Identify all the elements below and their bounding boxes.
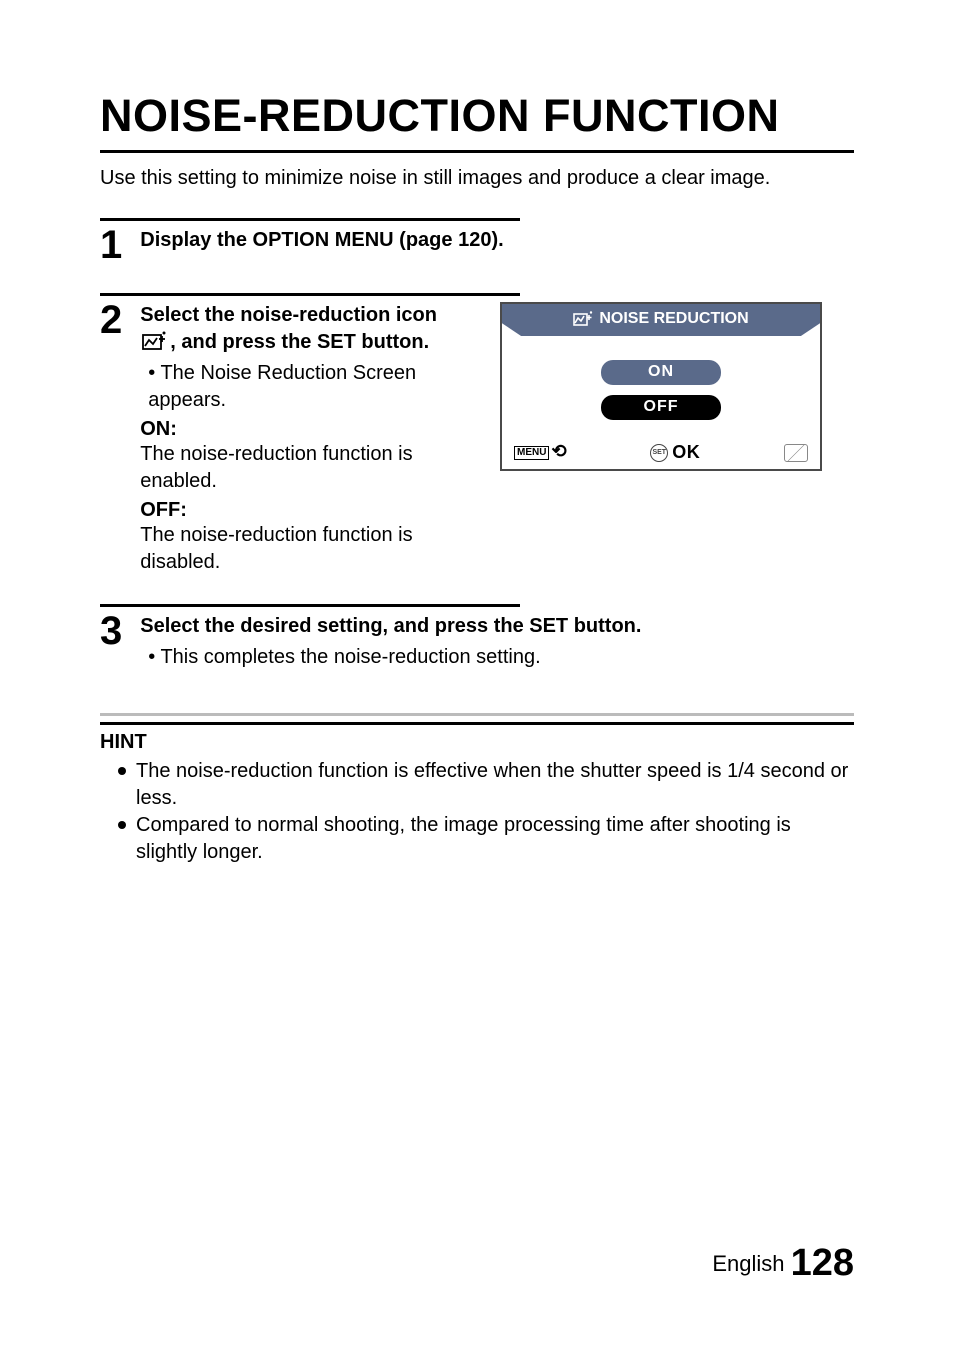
menu-label: MENU bbox=[514, 446, 549, 460]
ok-label: OK bbox=[672, 442, 700, 463]
step-rule bbox=[100, 604, 520, 607]
hint-item: The noise-reduction function is effectiv… bbox=[118, 758, 854, 812]
step-2: 2 Select the noise-reduction icon bbox=[100, 293, 854, 576]
step-bullet: This completes the noise-reduction setti… bbox=[148, 644, 854, 671]
on-label: ON: bbox=[140, 418, 470, 441]
step-number: 1 bbox=[100, 225, 122, 265]
footer-page-number: 128 bbox=[791, 1242, 854, 1284]
option-on[interactable]: ON bbox=[601, 360, 721, 385]
hint-list: The noise-reduction function is effectiv… bbox=[100, 758, 854, 866]
page-title: NOISE-REDUCTION FUNCTION bbox=[100, 90, 854, 142]
option-off[interactable]: OFF bbox=[601, 395, 721, 420]
page-footer: English 128 bbox=[712, 1242, 854, 1285]
step-heading-pre: Select the noise-reduction icon bbox=[140, 304, 437, 326]
hint-item: Compared to normal shooting, the image p… bbox=[118, 812, 854, 866]
title-rule bbox=[100, 150, 854, 153]
noise-reduction-icon bbox=[573, 311, 593, 327]
screen-title-text: NOISE REDUCTION bbox=[599, 310, 748, 328]
back-arrow-icon: ⟲ bbox=[551, 441, 566, 462]
step-3: 3 Select the desired setting, and press … bbox=[100, 604, 854, 671]
step-heading-post: , and press the SET button. bbox=[170, 331, 429, 353]
set-icon: SET bbox=[650, 444, 668, 462]
hint-rule-light bbox=[100, 713, 854, 716]
footer-language: English bbox=[712, 1251, 784, 1276]
corner-chip-icon bbox=[784, 444, 808, 462]
step-rule bbox=[100, 293, 520, 296]
step-number: 3 bbox=[100, 611, 122, 651]
step-1: 1 Display the OPTION MENU (page 120). bbox=[100, 218, 854, 265]
step-bullet: The Noise Reduction Screen appears. bbox=[148, 360, 470, 414]
hint-rule-dark bbox=[100, 722, 854, 725]
step-rule bbox=[100, 218, 520, 221]
screen-footer: MENU ⟲ SET OK bbox=[512, 442, 810, 463]
step-number: 2 bbox=[100, 300, 122, 340]
off-description: The noise-reduction function is disabled… bbox=[140, 522, 470, 576]
off-label: OFF: bbox=[140, 499, 470, 522]
step-heading: Select the desired setting, and press th… bbox=[140, 613, 854, 640]
menu-back-indicator: MENU ⟲ bbox=[514, 442, 567, 463]
step-heading: Select the noise-reduction icon , and pr… bbox=[140, 302, 470, 356]
noise-reduction-icon bbox=[142, 331, 168, 351]
step-heading: Display the OPTION MENU (page 120). bbox=[140, 227, 854, 254]
hint-heading: HINT bbox=[100, 731, 854, 754]
on-description: The noise-reduction function is enabled. bbox=[140, 441, 470, 495]
manual-page: NOISE-REDUCTION FUNCTION Use this settin… bbox=[0, 0, 954, 1345]
set-ok-indicator: SET OK bbox=[650, 442, 700, 463]
screen-title-bar: NOISE REDUCTION bbox=[502, 304, 820, 336]
camera-screen: NOISE REDUCTION ON OFF MENU ⟲ SET OK bbox=[500, 302, 822, 471]
intro-text: Use this setting to minimize noise in st… bbox=[100, 167, 854, 190]
